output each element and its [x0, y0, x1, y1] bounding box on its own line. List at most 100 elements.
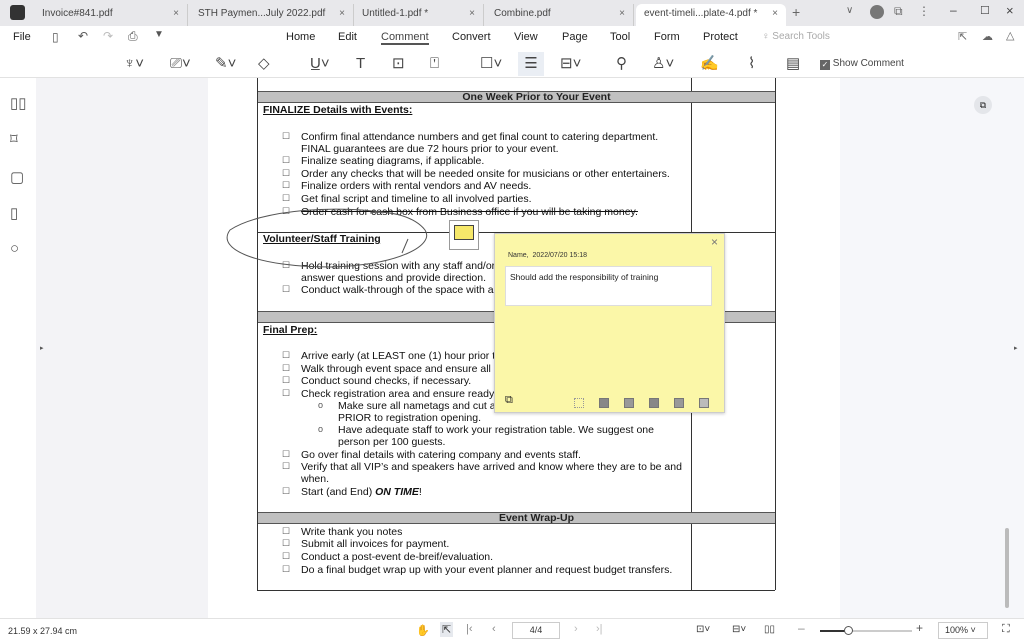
eraser-icon[interactable]: ◇: [258, 55, 270, 73]
avatar[interactable]: [870, 5, 884, 19]
menu-page[interactable]: Page: [562, 31, 588, 43]
tab-label: Invoice#841.pdf: [42, 8, 113, 19]
undo-icon[interactable]: ↶: [78, 29, 88, 43]
close-icon[interactable]: ×: [173, 4, 179, 24]
signature-icon[interactable]: ♙˅: [652, 55, 674, 73]
more-icon[interactable]: ⋮: [918, 4, 930, 18]
thumbnails-icon[interactable]: ▯▯: [10, 94, 27, 112]
pages-icon[interactable]: ▯: [10, 204, 18, 222]
search-icon[interactable]: ○: [10, 240, 19, 257]
zoom-out-icon[interactable]: –: [798, 621, 805, 635]
color-swatch[interactable]: [649, 398, 659, 408]
zoom-select[interactable]: 100% ˅: [938, 622, 988, 639]
share-icon[interactable]: ⇱: [958, 30, 967, 43]
upload-cloud-icon[interactable]: ☁: [982, 30, 993, 43]
color-swatch[interactable]: [699, 398, 709, 408]
minimize-icon[interactable]: –: [950, 3, 957, 17]
close-icon[interactable]: ×: [772, 4, 778, 24]
shape-icon[interactable]: ☐˅: [480, 55, 502, 73]
sticky-note-marker[interactable]: [449, 220, 479, 250]
tab-untitled[interactable]: Untitled-1.pdf * ×: [356, 4, 484, 26]
color-swatch[interactable]: [574, 398, 584, 408]
last-page-icon[interactable]: ›|: [596, 623, 603, 635]
pencil-icon[interactable]: ✎˅: [215, 55, 236, 73]
measure-icon[interactable]: ⊟˅: [560, 55, 581, 73]
menu-tool[interactable]: Tool: [610, 31, 630, 43]
print-icon[interactable]: ⎙: [128, 29, 138, 44]
comment-meta: Name, 2022/07/20 15:18: [508, 252, 587, 259]
fullscreen-icon[interactable]: ⛶: [1002, 623, 1010, 636]
reply-icon[interactable]: ⧉: [505, 394, 513, 407]
menu-form[interactable]: Form: [654, 31, 680, 43]
menu-edit[interactable]: Edit: [338, 31, 357, 43]
color-swatch[interactable]: [624, 398, 634, 408]
zoom-slider-handle[interactable]: [843, 626, 853, 635]
zoom-in-icon[interactable]: +: [916, 621, 923, 635]
menu-home[interactable]: Home: [286, 31, 315, 43]
show-comment-label: Show Comment: [832, 58, 904, 69]
list-item-text: Walk through event space and ensure all …: [301, 363, 500, 375]
close-window-icon[interactable]: ×: [1006, 3, 1014, 18]
collapse-icon[interactable]: △: [1006, 29, 1014, 42]
menu-protect[interactable]: Protect: [703, 31, 738, 43]
fit-icon[interactable]: ⊡˅: [696, 624, 710, 635]
highlight-icon[interactable]: ♆˅: [124, 55, 144, 73]
area-highlight-icon[interactable]: ⎚˅: [170, 55, 191, 73]
hand-tool-icon[interactable]: ✋: [416, 624, 430, 637]
select-tool-icon[interactable]: ⇱: [440, 622, 454, 637]
callout-icon[interactable]: ⍞: [430, 55, 439, 73]
list-item-text: PRIOR to registration opening.: [338, 412, 481, 424]
expand-right-icon[interactable]: ▸: [1014, 344, 1018, 352]
tab-event-timeline[interactable]: event-timeli...plate-4.pdf * ×: [636, 4, 786, 26]
stamp-icon[interactable]: ⚲: [616, 55, 627, 73]
first-page-icon[interactable]: |‹: [466, 623, 473, 635]
menu-view[interactable]: View: [514, 31, 538, 43]
tab-combine[interactable]: Combine.pdf ×: [486, 4, 634, 26]
new-tab-icon[interactable]: +: [792, 4, 800, 20]
text-box-icon[interactable]: ⊡: [392, 55, 405, 73]
tab-invoice[interactable]: Invoice#841.pdf ×: [34, 4, 188, 26]
menu-comment[interactable]: Comment: [381, 31, 429, 45]
close-icon[interactable]: ×: [339, 4, 345, 24]
color-swatch[interactable]: [674, 398, 684, 408]
zoom-slider[interactable]: [820, 626, 912, 635]
close-icon[interactable]: ×: [469, 4, 475, 24]
list-item-text: FINAL guarantees are due 72 hours prior …: [301, 143, 559, 155]
show-comment-toggle[interactable]: ✓ Show Comment: [820, 58, 904, 70]
customize-icon[interactable]: ▼: [154, 29, 164, 40]
comment-text-field[interactable]: Should add the responsibility of trainin…: [505, 266, 712, 306]
search-tools[interactable]: ♀ Search Tools: [762, 31, 830, 42]
close-icon[interactable]: ×: [619, 4, 625, 24]
scrollbar[interactable]: [1005, 528, 1009, 608]
color-swatch[interactable]: [599, 398, 609, 408]
ink-circle-annotation[interactable]: [220, 205, 440, 275]
section-header: One Week Prior to Your Event: [258, 91, 775, 103]
page-layout-icon[interactable]: ⊟˅: [732, 624, 746, 635]
redo-icon[interactable]: ↷: [103, 29, 113, 43]
menu-convert[interactable]: Convert: [452, 31, 491, 43]
list-item-text: Conduct walk-through of the space with a…: [301, 284, 499, 296]
file-menu[interactable]: File: [13, 31, 31, 43]
page-input[interactable]: 4/4: [512, 622, 560, 639]
tab-payment[interactable]: STH Paymen...July 2022.pdf ×: [190, 4, 354, 26]
close-comment-icon[interactable]: ×: [711, 235, 718, 249]
prev-page-icon[interactable]: ‹: [492, 623, 496, 635]
comment-list-icon[interactable]: ▤: [786, 55, 800, 73]
comments-panel-icon[interactable]: ▢: [10, 168, 24, 186]
bookmark-icon[interactable]: ⌑: [10, 130, 18, 148]
checkbox-checked-icon[interactable]: ✓: [820, 60, 830, 70]
chevron-down-icon[interactable]: ∨: [846, 5, 853, 16]
sign-icon[interactable]: ✍: [700, 55, 719, 73]
underline-icon[interactable]: U̲˅: [310, 55, 330, 73]
text-icon[interactable]: T: [356, 55, 365, 73]
notification-icon[interactable]: ⧉: [894, 4, 903, 19]
two-page-icon[interactable]: ▯▯: [764, 624, 775, 635]
maximize-icon[interactable]: ☐: [980, 4, 990, 17]
next-page-icon[interactable]: ›: [574, 623, 578, 635]
table-border: [257, 590, 775, 591]
attachment-icon[interactable]: ⌇: [748, 55, 755, 73]
ai-assistant-icon[interactable]: ⧉: [974, 96, 992, 114]
save-icon[interactable]: ▯: [52, 30, 59, 44]
sticky-note-icon[interactable]: ☰: [518, 52, 544, 76]
expand-left-icon[interactable]: ▸: [40, 344, 44, 352]
